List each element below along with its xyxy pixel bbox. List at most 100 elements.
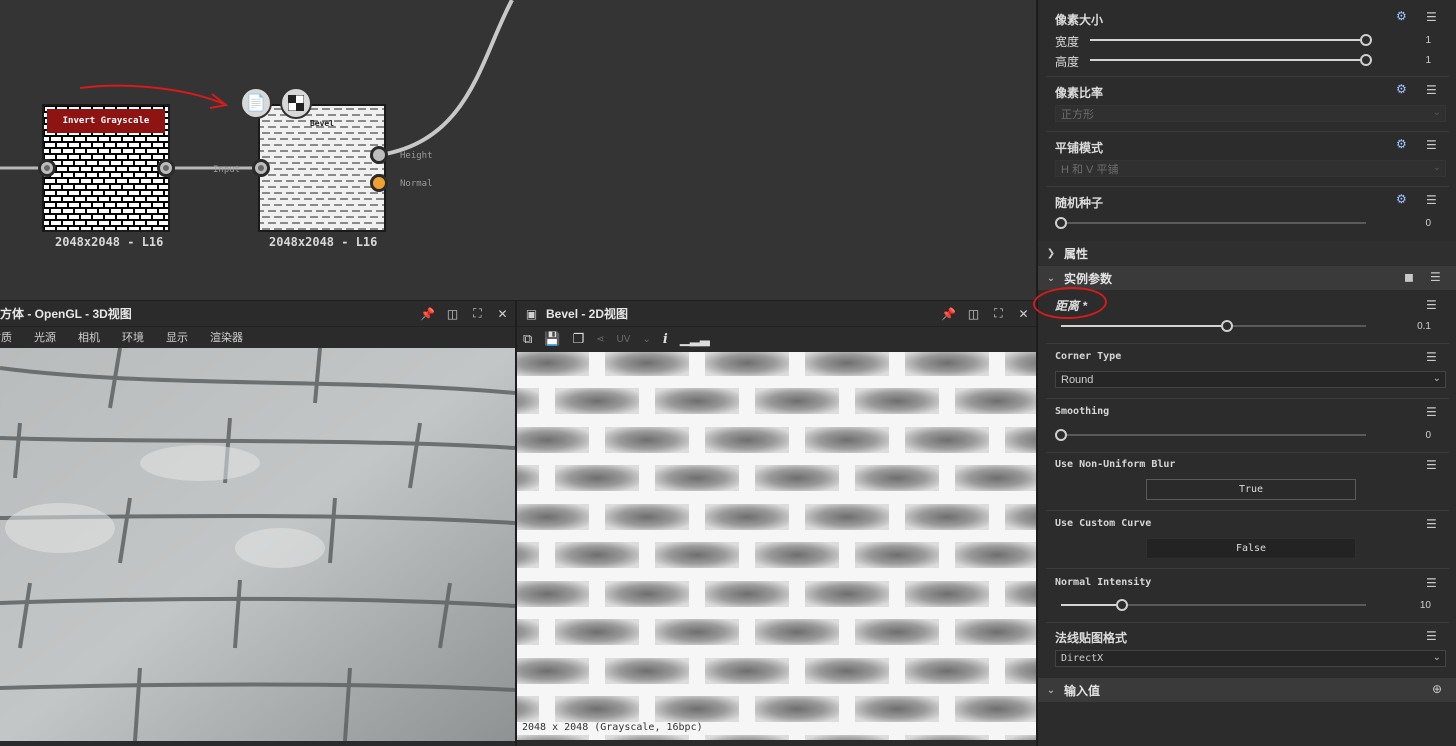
- normal-format-title: 法线贴图格式: [1055, 631, 1128, 645]
- separator: [1046, 622, 1449, 623]
- smoothing-slider-knob[interactable]: [1055, 429, 1067, 441]
- pixel-size-title: 像素大小: [1055, 13, 1104, 27]
- chevron-down-icon: ⌄: [1046, 684, 1056, 696]
- link-icon[interactable]: ⚙: [1396, 9, 1407, 23]
- info-icon[interactable]: i: [663, 332, 668, 347]
- link-icon[interactable]: ⚙: [1396, 192, 1407, 206]
- maximize-icon[interactable]: ⛶: [469, 305, 486, 322]
- menu-icon[interactable]: ☰: [1426, 83, 1437, 97]
- document-icon[interactable]: ◼: [1404, 270, 1414, 284]
- menu-icon[interactable]: ☰: [1426, 298, 1437, 312]
- 2d-viewport[interactable]: 2048 x 2048 (Grayscale, 16bpc): [517, 352, 1036, 740]
- normal-intensity-title: Normal Intensity: [1055, 577, 1152, 588]
- close-icon[interactable]: ✕: [494, 305, 511, 322]
- normal-intensity-value: 10: [1419, 600, 1431, 611]
- height-slider-knob[interactable]: [1360, 54, 1372, 66]
- random-seed-slider-knob[interactable]: [1055, 217, 1067, 229]
- normal-format-dropdown[interactable]: DirectX ⌄: [1055, 650, 1446, 667]
- menu-icon[interactable]: ☰: [1426, 10, 1437, 24]
- distance-slider-fill: [1061, 325, 1228, 327]
- pixel-ratio-dropdown[interactable]: 正方形 ⌄: [1055, 105, 1446, 122]
- group-inputs-header[interactable]: ⌄ 输入值 ⊕: [1038, 678, 1456, 702]
- invert-input-port[interactable]: [38, 159, 56, 177]
- node-graph[interactable]: Invert Grayscale 2048x2048 - L16 Bevel 2…: [0, 0, 1036, 300]
- bevel-normal-label: Normal: [400, 179, 433, 189]
- 2d-view-panel[interactable]: ▣ Bevel - 2D视图 📌 ◫ ⛶ ✕ ⧉ 💾 ❐ ⋖ UV ⌄ i ▁▂…: [517, 301, 1036, 746]
- width-slider-knob[interactable]: [1360, 34, 1372, 46]
- layers-icon[interactable]: ⧉: [523, 331, 532, 347]
- copy-icon[interactable]: ❐: [572, 331, 584, 347]
- group-instance-header[interactable]: ⌄ 实例参数 ◼ ☰: [1038, 266, 1456, 290]
- menu-icon[interactable]: ☰: [1426, 458, 1437, 472]
- corner-type-value: Round: [1061, 373, 1094, 386]
- menu-icon[interactable]: ☰: [1426, 517, 1437, 531]
- menu-material[interactable]: 材质: [0, 329, 12, 345]
- chevron-down-icon: ⌄: [1432, 652, 1441, 663]
- menu-camera[interactable]: 相机: [78, 329, 100, 345]
- document-icon[interactable]: 📄: [240, 87, 272, 119]
- link-icon[interactable]: ⚙: [1396, 137, 1407, 151]
- properties-panel[interactable]: 像素大小 ⚙ ☰ 宽度 1 高度 1 像素比率 ⚙ ☰ 正方形 ⌄ 平铺模式 ⚙…: [1037, 0, 1456, 746]
- 3d-view-title: 立方体 - OpenGL - 3D视图: [0, 307, 132, 321]
- pin-icon[interactable]: 📌: [419, 305, 436, 322]
- separator: [1046, 452, 1449, 453]
- menu-environment[interactable]: 环境: [122, 329, 144, 345]
- separator: [1046, 186, 1449, 187]
- histogram-icon[interactable]: ▁▂▃: [680, 331, 710, 347]
- share-icon[interactable]: ⋖: [596, 334, 604, 345]
- tiling-mode-value: H 和 V 平铺: [1061, 163, 1119, 176]
- menu-icon[interactable]: ☰: [1426, 405, 1437, 419]
- tiling-mode-dropdown[interactable]: H 和 V 平铺 ⌄: [1055, 160, 1446, 177]
- distance-slider-knob[interactable]: [1221, 320, 1234, 332]
- height-slider-track[interactable]: [1090, 59, 1366, 61]
- add-icon[interactable]: ⊕: [1432, 682, 1442, 696]
- menu-icon[interactable]: ☰: [1426, 193, 1437, 207]
- 2d-view-title: Bevel - 2D视图: [546, 307, 629, 321]
- uv-toggle[interactable]: UV: [617, 334, 631, 345]
- custom-curve-toggle[interactable]: False: [1146, 538, 1356, 559]
- invert-output-port[interactable]: [157, 159, 175, 177]
- bevel-node[interactable]: Bevel: [258, 104, 386, 232]
- normal-intensity-slider-knob[interactable]: [1116, 599, 1128, 611]
- width-slider-track[interactable]: [1090, 39, 1366, 41]
- tiling-mode-title: 平铺模式: [1055, 141, 1104, 155]
- group-attributes-header[interactable]: ❯ 属性: [1038, 241, 1456, 265]
- non-uniform-blur-toggle[interactable]: True: [1146, 479, 1356, 500]
- menu-icon[interactable]: ☰: [1426, 629, 1437, 643]
- checker-icon[interactable]: [280, 87, 312, 119]
- maximize-icon[interactable]: ⛶: [990, 305, 1007, 322]
- menu-icon[interactable]: ☰: [1426, 138, 1437, 152]
- menu-display[interactable]: 显示: [166, 329, 188, 345]
- random-seed-slider-track[interactable]: [1061, 222, 1366, 224]
- bevel-height-label: Height: [400, 151, 433, 161]
- 3d-render-image: [0, 348, 515, 741]
- invert-grayscale-node[interactable]: Invert Grayscale: [42, 104, 170, 232]
- smoothing-title: Smoothing: [1055, 406, 1110, 417]
- bevel-normal-port[interactable]: [370, 174, 388, 192]
- 3d-view-panel[interactable]: 立方体 - OpenGL - 3D视图 📌 ◫ ⛶ ✕ 材质 光源 相机 环境 …: [0, 301, 515, 746]
- 2d-status-text: 2048 x 2048 (Grayscale, 16bpc): [522, 722, 703, 733]
- custom-curve-title: Use Custom Curve: [1055, 518, 1152, 529]
- close-icon[interactable]: ✕: [1015, 305, 1032, 322]
- menu-icon[interactable]: ☰: [1426, 350, 1437, 364]
- corner-type-dropdown[interactable]: Round ⌄: [1055, 371, 1446, 388]
- 3d-viewport[interactable]: [0, 348, 515, 741]
- separator: [1046, 398, 1449, 399]
- pin-icon[interactable]: 📌: [940, 305, 957, 322]
- save-icon[interactable]: 💾: [544, 331, 560, 347]
- chevron-down-icon[interactable]: ⌄: [642, 334, 650, 345]
- bevel-height-port[interactable]: [370, 146, 388, 164]
- link-icon[interactable]: ⚙: [1396, 82, 1407, 96]
- height-label: 高度: [1055, 55, 1080, 69]
- group-inputs-title: 输入值: [1064, 683, 1101, 698]
- smoothing-slider-track[interactable]: [1061, 434, 1366, 436]
- menu-lights[interactable]: 光源: [34, 329, 56, 345]
- menu-renderer[interactable]: 渲染器: [210, 329, 243, 345]
- pixel-ratio-value: 正方形: [1061, 108, 1094, 121]
- menu-icon[interactable]: ☰: [1430, 270, 1441, 284]
- 2d-render-image: [517, 352, 1036, 740]
- float-window-icon[interactable]: ◫: [965, 305, 982, 322]
- float-window-icon[interactable]: ◫: [444, 305, 461, 322]
- bevel-input-port[interactable]: [252, 159, 270, 177]
- menu-icon[interactable]: ☰: [1426, 576, 1437, 590]
